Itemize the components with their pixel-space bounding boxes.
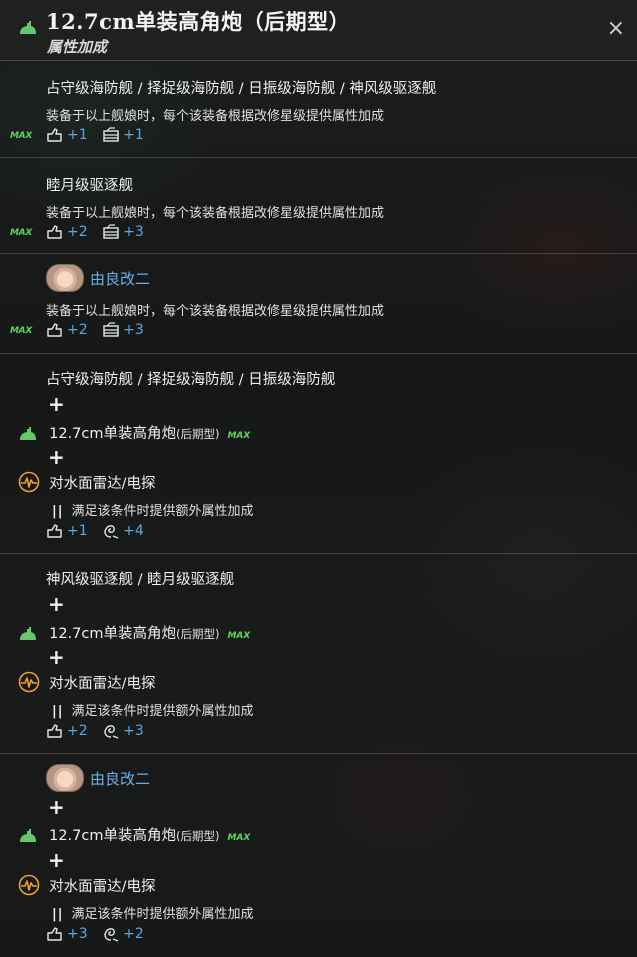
equip-suffix: (后期型): [175, 427, 220, 441]
equip-requirement: 12.7cm单装高角炮(后期型) MAX: [18, 824, 637, 845]
firepower-icon: [46, 127, 64, 143]
bonus-description: 装备于以上舰娘时，每个该装备根据改修星级提供属性加成: [46, 109, 385, 124]
radar-name: 对水面雷达/电探: [49, 475, 156, 492]
condition-icon: ||: [52, 704, 64, 719]
bonus-section-4: 占守级海防舰 / 择捉级海防舰 / 日振级海防舰 + 12.7cm单装高角炮(后…: [0, 354, 637, 554]
stat-bonuses: +2 +3: [46, 224, 637, 244]
bonus-description: 装备于以上舰娘时，每个该装备根据改修星级提供属性加成: [46, 304, 385, 319]
equip-name: 12.7cm单装高角炮: [49, 828, 176, 844]
ship-entry[interactable]: 由良改二: [46, 764, 637, 792]
radar-icon: [18, 671, 40, 693]
equip-name: 12.7cm单装高角炮: [49, 626, 176, 642]
equip-requirement: 12.7cm单装高角炮(后期型) MAX: [18, 622, 637, 643]
max-star-badge: MAX: [227, 431, 251, 441]
radar-name: 对水面雷达/电探: [49, 878, 156, 895]
ship-name[interactable]: 由良改二: [90, 270, 150, 288]
condition-icon: ||: [52, 907, 64, 922]
evasion-stat: +2: [102, 926, 144, 942]
close-button[interactable]: ×: [607, 18, 625, 40]
bonus-description: 装备于以上舰娘时，每个该装备根据改修星级提供属性加成: [46, 206, 385, 221]
plus-sign: +: [48, 645, 65, 669]
firepower-icon: [46, 224, 64, 240]
armor-stat: +3: [102, 322, 144, 338]
firepower-stat: +2: [46, 723, 88, 739]
stat-bonuses: +2 +3: [46, 322, 637, 342]
evasion-icon: [102, 723, 120, 739]
plus-sign: +: [48, 445, 65, 469]
max-star-badge: MAX: [227, 631, 251, 641]
firepower-stat: +2: [46, 322, 88, 338]
equip-suffix: (后期型): [175, 829, 220, 843]
armor-icon: [102, 127, 120, 143]
radar-icon: [18, 471, 40, 493]
stat-bonuses: +2 +3: [46, 723, 637, 743]
gun-icon: [18, 426, 38, 442]
bonus-section-6: 由良改二 + 12.7cm单装高角炮(后期型) MAX + 对水面雷达/电探 ||…: [0, 754, 637, 957]
plus-sign: +: [48, 392, 65, 416]
plus-sign: +: [48, 848, 65, 872]
bonus-section-3: 由良改二 装备于以上舰娘时，每个该装备根据改修星级提供属性加成 MAX +2 +…: [0, 254, 637, 354]
ship-classes: 睦月级驱逐舰: [46, 178, 133, 194]
ship-classes: 占守级海防舰 / 择捉级海防舰 / 日振级海防舰: [46, 372, 336, 388]
condition-note: || 满足该条件时提供额外属性加成: [52, 700, 637, 719]
evasion-icon: [102, 926, 120, 942]
plus-sign: +: [48, 592, 65, 616]
plus-sign: +: [48, 795, 65, 819]
condition-text: 满足该条件时提供额外属性加成: [71, 704, 254, 719]
radar-requirement: 对水面雷达/电探: [18, 671, 637, 693]
radar-icon: [18, 874, 40, 896]
firepower-icon: [46, 523, 64, 539]
condition-icon: ||: [52, 504, 64, 519]
panel-header: 12.7cm单装高角炮（后期型） 属性加成 ×: [0, 0, 637, 61]
ship-classes: 占守级海防舰 / 择捉级海防舰 / 日振级海防舰 / 神风级驱逐舰: [46, 81, 437, 97]
firepower-icon: [46, 926, 64, 942]
condition-text: 满足该条件时提供额外属性加成: [71, 907, 254, 922]
ship-classes: 神风级驱逐舰 / 睦月级驱逐舰: [46, 572, 235, 588]
page-subtitle: 属性加成: [47, 38, 108, 56]
ship-name[interactable]: 由良改二: [90, 770, 150, 788]
firepower-icon: [46, 723, 64, 739]
max-star-badge: MAX: [10, 228, 32, 238]
ship-entry[interactable]: 由良改二: [46, 264, 637, 292]
firepower-icon: [46, 322, 64, 338]
gun-icon: [18, 20, 38, 36]
max-star-badge: MAX: [10, 131, 32, 141]
bonus-section-2: 睦月级驱逐舰 装备于以上舰娘时，每个该装备根据改修星级提供属性加成 MAX +2…: [0, 158, 637, 254]
ship-avatar: [46, 764, 84, 792]
radar-requirement: 对水面雷达/电探: [18, 874, 637, 896]
evasion-icon: [102, 523, 120, 539]
firepower-stat: +1: [46, 127, 88, 143]
radar-requirement: 对水面雷达/电探: [18, 471, 637, 493]
equip-name: 12.7cm单装高角炮: [49, 426, 176, 442]
armor-stat: +1: [102, 127, 144, 143]
evasion-stat: +3: [102, 723, 144, 739]
evasion-stat: +4: [102, 523, 144, 539]
condition-note: || 满足该条件时提供额外属性加成: [52, 903, 637, 922]
bonus-section-5: 神风级驱逐舰 / 睦月级驱逐舰 + 12.7cm单装高角炮(后期型) MAX + …: [0, 554, 637, 754]
armor-icon: [102, 224, 120, 240]
bonus-section-1: 占守级海防舰 / 择捉级海防舰 / 日振级海防舰 / 神风级驱逐舰 装备于以上舰…: [0, 61, 637, 158]
max-star-badge: MAX: [227, 833, 251, 843]
gun-icon: [18, 626, 38, 642]
condition-text: 满足该条件时提供额外属性加成: [71, 504, 254, 519]
gun-icon: [18, 828, 38, 844]
stat-bonuses: +3 +2: [46, 926, 637, 946]
bonus-panel: 12.7cm单装高角炮（后期型） 属性加成 × 占守级海防舰 / 择捉级海防舰 …: [0, 0, 637, 957]
max-star-badge: MAX: [10, 326, 32, 336]
firepower-stat: +2: [46, 224, 88, 240]
equip-suffix: (后期型): [175, 627, 220, 641]
stat-bonuses: +1 +4: [46, 523, 637, 543]
ship-avatar: [46, 264, 84, 292]
firepower-stat: +3: [46, 926, 88, 942]
firepower-stat: +1: [46, 523, 88, 539]
armor-stat: +3: [102, 224, 144, 240]
armor-icon: [102, 322, 120, 338]
equip-requirement: 12.7cm单装高角炮(后期型) MAX: [18, 422, 637, 443]
condition-note: || 满足该条件时提供额外属性加成: [52, 500, 637, 519]
page-title: 12.7cm单装高角炮（后期型）: [46, 9, 351, 34]
radar-name: 对水面雷达/电探: [49, 675, 156, 692]
stat-bonuses: +1 +1: [46, 127, 637, 147]
